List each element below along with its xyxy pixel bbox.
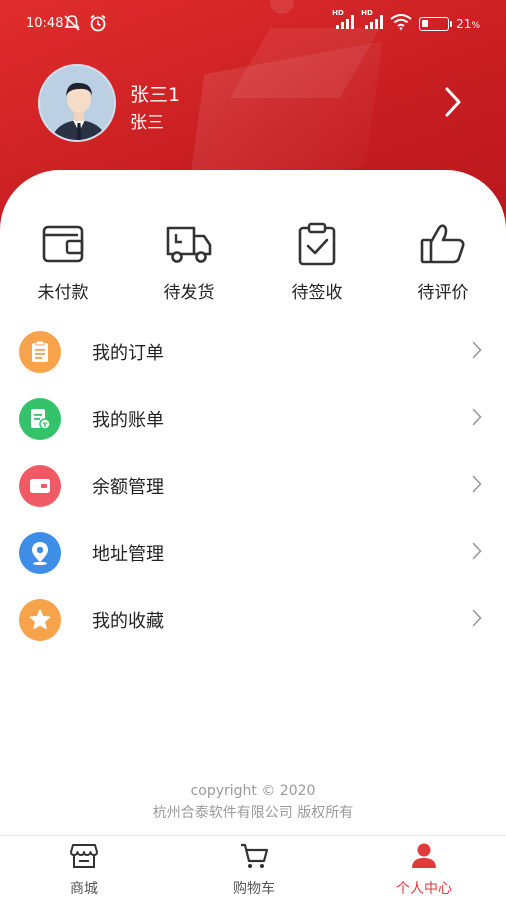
chevron-right-icon: [472, 609, 482, 631]
menu-item-my-bills[interactable]: 我的账单: [0, 385, 506, 452]
location-icon: [19, 531, 61, 574]
bill-icon: [19, 397, 61, 440]
chevron-right-icon: [472, 542, 482, 564]
user-icon: [412, 843, 436, 868]
order-list-icon: [19, 330, 61, 373]
menu-item-favorites[interactable]: 我的收藏: [0, 586, 506, 653]
copyright-text: copyright © 2020: [190, 783, 316, 799]
order-status-bar: 未付款 待发货 待签收 待评价: [0, 222, 506, 312]
order-to-ship-label: 待发货: [163, 283, 215, 303]
cart-icon: [241, 843, 269, 868]
chevron-right-icon: [472, 408, 482, 430]
tab-profile[interactable]: 个人中心: [364, 842, 484, 898]
order-to-receive-label: 待签收: [291, 283, 343, 303]
truck-icon: [166, 226, 212, 263]
clipboard-check-icon: [298, 222, 336, 266]
profile-username: 张三: [130, 113, 164, 133]
wallet-icon: [42, 225, 84, 263]
battery-percent: 21%: [456, 17, 480, 31]
tab-label: 购物车: [233, 881, 275, 897]
order-to-receive[interactable]: 待签收: [262, 222, 372, 303]
tab-store[interactable]: 商城: [24, 842, 144, 898]
copyright-footer: copyright © 2020 杭州合泰软件有限公司 版权所有: [0, 780, 506, 824]
company-text: 杭州合泰软件有限公司 版权所有: [152, 805, 354, 821]
menu-item-address[interactable]: 地址管理: [0, 519, 506, 586]
menu-item-label: 地址管理: [92, 543, 164, 565]
store-icon: [70, 844, 98, 868]
tab-label: 商城: [70, 881, 98, 897]
order-to-review[interactable]: 待评价: [388, 222, 498, 303]
wifi-icon: [390, 14, 412, 34]
bottom-tab-bar: 商城 购物车 个人中心: [0, 835, 506, 900]
thumbs-up-icon: [420, 224, 465, 264]
tab-label: 个人中心: [396, 881, 452, 897]
chevron-right-icon: [472, 475, 482, 497]
mute-icon: [63, 14, 81, 36]
avatar[interactable]: [38, 64, 116, 142]
status-bar: 10:48 HD HD 21%: [0, 0, 506, 48]
wallet-card-icon: [19, 464, 61, 507]
hd-label: HD: [361, 9, 373, 17]
chevron-right-icon[interactable]: [444, 86, 462, 122]
tab-cart[interactable]: 购物车: [194, 842, 314, 898]
profile-nickname: 张三1: [130, 84, 181, 106]
order-unpaid-label: 未付款: [37, 283, 89, 303]
order-to-ship[interactable]: 待发货: [134, 222, 244, 303]
alarm-icon: [88, 13, 108, 37]
star-icon: [19, 598, 61, 641]
menu-item-label: 我的账单: [92, 409, 164, 431]
menu-item-balance[interactable]: 余额管理: [0, 452, 506, 519]
signal-icon: HD: [361, 9, 384, 34]
menu-item-label: 余额管理: [92, 476, 164, 498]
menu-item-label: 我的订单: [92, 342, 164, 364]
order-to-review-label: 待评价: [417, 283, 469, 303]
battery-icon: [419, 17, 453, 31]
menu-list: 我的订单 我的账单 余额管理 地址管理 我的收藏: [0, 318, 506, 653]
chevron-right-icon: [472, 341, 482, 363]
hd-label: HD: [332, 9, 344, 17]
signal-icon: HD: [332, 9, 355, 34]
menu-item-my-orders[interactable]: 我的订单: [0, 318, 506, 385]
order-unpaid[interactable]: 未付款: [8, 222, 118, 303]
menu-item-label: 我的收藏: [92, 610, 164, 632]
status-time: 10:48: [26, 16, 64, 31]
